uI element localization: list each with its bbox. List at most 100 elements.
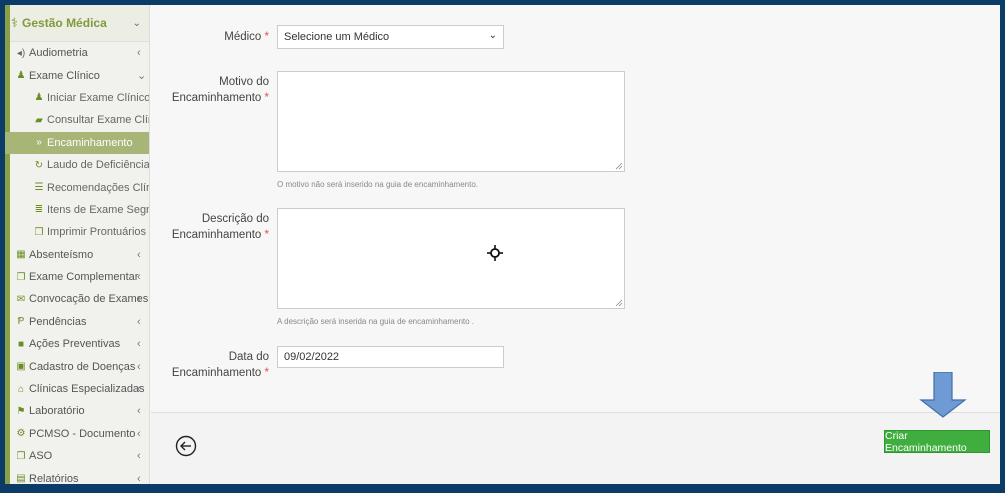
chevron-down-icon: ⌄ <box>132 17 141 29</box>
square-icon: ■ <box>17 338 25 350</box>
sidebar-item-consultar-exame-clinico[interactable]: ▰ Consultar Exame Clínico <box>5 109 149 131</box>
data-label-line-1: Data do <box>228 351 269 363</box>
motivo-label-line-2: Encaminhamento <box>171 92 262 104</box>
user-icon: ♟ <box>16 70 26 82</box>
descricao-textarea[interactable] <box>277 208 625 309</box>
chevron-left-icon: ‹ <box>137 293 141 306</box>
sidebar: ⚕ Gestão Médica ⌄ ◂) Audiometria ‹ ♟ Exa… <box>5 5 150 484</box>
sidebar-item-label: Recomendações Clínicas <box>47 181 149 194</box>
volume-icon: ◂) <box>16 47 26 59</box>
chevron-left-icon: ‹ <box>137 405 141 418</box>
resize-grip-icon[interactable] <box>615 162 623 170</box>
copy-icon: ❐ <box>34 226 44 238</box>
sidebar-section-gestao-medica[interactable]: ⚕ Gestão Médica ⌄ <box>5 5 149 42</box>
descricao-help-text: A descrição será inserida na guia de enc… <box>277 317 475 326</box>
sidebar-item-cadastro-de-doencas[interactable]: ▣ Cadastro de Doenças ‹ <box>5 355 149 377</box>
chevron-left-icon: ‹ <box>137 338 141 351</box>
medico-label-text: Médico <box>224 31 262 43</box>
chevron-left-icon: ‹ <box>137 450 141 463</box>
envelope-icon: ✉ <box>16 293 26 305</box>
sidebar-item-label: Audiometria <box>29 47 88 60</box>
sidebar-item-imprimir-prontuarios[interactable]: ❐ Imprimir Prontuários <box>5 221 149 243</box>
sidebar-item-aso[interactable]: ❐ ASO ‹ <box>5 445 149 467</box>
sidebar-item-clinicas-especializadas[interactable]: ⌂ Clínicas Especializadas ‹ <box>5 378 149 400</box>
flag-icon: ⚑ <box>16 405 26 417</box>
chevron-left-icon: ‹ <box>137 315 141 328</box>
refresh-icon: ↻ <box>34 159 44 171</box>
descricao-label-line-2: Encaminhamento <box>171 229 262 241</box>
sidebar-item-exame-clinico[interactable]: ♟ Exame Clínico ⌄ <box>5 64 149 86</box>
sidebar-item-label: Clínicas Especializadas <box>29 383 145 396</box>
sidebar-item-label: Laboratório <box>29 405 85 418</box>
chevron-left-icon: ‹ <box>137 383 141 396</box>
motivo-label-line-1: Motivo do <box>219 76 269 88</box>
medico-label: Médico * <box>159 29 269 45</box>
sidebar-item-label: Itens de Exame Segmentar <box>47 203 149 216</box>
criar-encaminhamento-button[interactable]: Criar Encaminhamento <box>884 430 990 454</box>
sidebar-item-label: Ações Preventivas <box>29 338 121 351</box>
data-label-line-2: Encaminhamento <box>171 367 262 379</box>
p-icon: Ᵽ <box>17 316 25 328</box>
user-icon: ♟ <box>34 92 44 104</box>
data-encaminhamento-value: 09/02/2022 <box>284 351 340 363</box>
required-mark: * <box>264 229 269 241</box>
data-encaminhamento-input[interactable]: 09/02/2022 <box>277 346 504 368</box>
sidebar-item-pcmso-documento[interactable]: ⚙ PCMSO - Documento ‹ <box>5 423 149 445</box>
sidebar-menu: ◂) Audiometria ‹ ♟ Exame Clínico ⌄ ♟ Ini… <box>5 42 149 484</box>
copy-icon: ❐ <box>16 271 26 283</box>
required-mark: * <box>264 31 269 43</box>
sidebar-item-acoes-preventivas[interactable]: ■ Ações Preventivas ‹ <box>5 333 149 355</box>
motivo-help-text: O motivo não será inserido na guia de en… <box>277 180 479 189</box>
sidebar-item-label: Exame Clínico <box>29 69 100 82</box>
sidebar-item-iniciar-exame-clinico[interactable]: ♟ Iniciar Exame Clínico <box>5 87 149 109</box>
resize-grip-icon[interactable] <box>615 299 623 307</box>
sidebar-item-relatorios[interactable]: ▤ Relatórios ‹ <box>5 467 149 484</box>
sidebar-item-label: Relatórios <box>29 472 79 484</box>
sidebar-item-convocacao-de-exames[interactable]: ✉ Convocação de Exames ‹ <box>5 288 149 310</box>
app-window: ⚕ Gestão Médica ⌄ ◂) Audiometria ‹ ♟ Exa… <box>5 5 1000 484</box>
chevron-left-icon: ‹ <box>137 47 141 60</box>
sidebar-item-label: Convocação de Exames <box>29 293 149 306</box>
sidebar-item-label: Iniciar Exame Clínico <box>47 91 149 104</box>
sidebar-item-encaminhamento[interactable]: » Encaminhamento <box>5 131 149 154</box>
sidebar-item-itens-de-exame-segmentar[interactable]: ≣ Itens de Exame Segmentar <box>5 199 149 221</box>
sidebar-item-laboratorio[interactable]: ⚑ Laboratório ‹ <box>5 400 149 422</box>
chevron-left-icon: ‹ <box>137 271 141 284</box>
sidebar-item-laudo-de-deficiencia[interactable]: ↻ Laudo de Deficiência <box>5 154 149 176</box>
medico-select[interactable]: Selecione um Médico ⌄ <box>277 25 504 49</box>
descricao-label: Descrição do Encaminhamento * <box>159 211 269 243</box>
arrow-left-circle-icon[interactable] <box>175 435 197 457</box>
chevron-left-icon: ‹ <box>137 427 141 440</box>
sidebar-item-label: Consultar Exame Clínico <box>47 114 149 127</box>
main-content: Médico * Selecione um Médico ⌄ Motivo do… <box>151 5 1000 484</box>
sidebar-item-label: Pendências <box>29 315 87 328</box>
bars-icon: ≣ <box>34 204 44 216</box>
gear-icon: ⚙ <box>16 428 26 440</box>
sidebar-item-label: Encaminhamento <box>47 136 133 149</box>
required-mark: * <box>264 367 269 379</box>
sidebar-item-recomendacoes-clinicas[interactable]: ☰ Recomendações Clínicas <box>5 176 149 198</box>
form-footer: Criar Encaminhamento <box>151 412 1000 484</box>
descricao-label-line-1: Descrição do <box>201 213 269 225</box>
crosshair-cursor-icon <box>487 245 503 261</box>
building-icon: ⌂ <box>17 383 25 395</box>
sidebar-item-label: Absenteísmo <box>29 248 94 261</box>
sidebar-item-absenteismo[interactable]: ▦ Absenteísmo ‹ <box>5 244 149 266</box>
sidebar-item-label: ASO <box>29 450 53 463</box>
copy-icon: ❐ <box>16 450 26 462</box>
sidebar-item-exame-complementar[interactable]: ❐ Exame Complementar ‹ <box>5 266 149 288</box>
sidebar-item-label: Imprimir Prontuários <box>47 226 147 239</box>
sidebar-item-label: Exame Complementar <box>29 271 139 284</box>
chevron-down-icon: ⌄ <box>488 30 497 41</box>
motivo-textarea[interactable] <box>277 71 625 172</box>
chevron-left-icon: ‹ <box>137 472 141 484</box>
stethoscope-icon: ⚕ <box>11 15 19 30</box>
sidebar-item-audiometria[interactable]: ◂) Audiometria ‹ <box>5 42 149 64</box>
motivo-label: Motivo do Encaminhamento * <box>159 74 269 106</box>
sidebar-item-label: PCMSO - Documento <box>29 427 136 440</box>
required-mark: * <box>264 92 269 104</box>
sidebar-item-label: Cadastro de Doenças <box>29 360 136 373</box>
sidebar-item-pendencias[interactable]: Ᵽ Pendências ‹ <box>5 311 149 333</box>
medico-select-value: Selecione um Médico <box>284 31 390 43</box>
chevron-left-icon: ‹ <box>137 248 141 261</box>
